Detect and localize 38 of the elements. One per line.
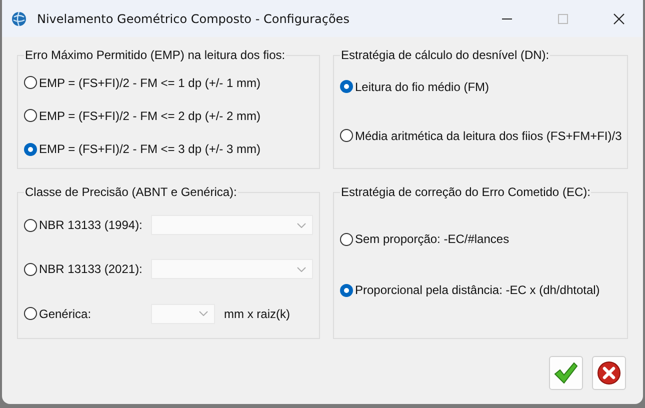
ok-button[interactable] — [549, 356, 583, 390]
globe-icon — [11, 10, 27, 26]
window-title: Nivelamento Geométrico Composto - Configurações — [37, 12, 350, 26]
option-label[interactable]: Proporcional pela distância: -EC x (dh/dhtotal) — [355, 283, 600, 297]
cancel-button[interactable] — [592, 356, 626, 390]
option-label[interactable]: NBR 13133 (1994): — [39, 218, 147, 232]
dropdown-field[interactable] — [151, 215, 313, 236]
option-label[interactable]: EMP = (FS+FI)/2 - FM <= 3 dp (+/- 3 mm) — [39, 142, 260, 156]
radio-button[interactable] — [24, 142, 37, 156]
option-label[interactable]: Sem proporção: -EC/#lances — [355, 232, 510, 246]
group-label: Estratégia de correção do Erro Cometido (EC): — [340, 185, 592, 199]
option-label[interactable]: Genérica: — [39, 306, 147, 321]
chevron-icon — [297, 222, 306, 228]
option-label[interactable]: EMP = (FS+FI)/2 - FM <= 2 dp (+/- 2 mm) — [39, 108, 260, 123]
radio-button[interactable] — [340, 232, 353, 246]
radio-button[interactable] — [24, 307, 37, 320]
option-label[interactable]: Leitura do fio médio (FM) — [355, 80, 490, 94]
unit-label: mm x raiz(k) — [224, 306, 290, 321]
checkmark-icon — [554, 362, 578, 384]
option-label[interactable]: NBR 13133 (2021): — [39, 262, 147, 276]
dropdown-field[interactable] — [151, 259, 313, 280]
option-label[interactable]: EMP = (FS+FI)/2 - FM <= 1 dp (+/- 1 mm) — [39, 76, 260, 90]
radio-button[interactable] — [340, 80, 353, 93]
group-label: Erro Máximo Permitido (EMP) na leitura dos fios: — [24, 48, 286, 62]
group-label: Estratégia de cálculo do desnível (DN): — [340, 48, 550, 62]
radio-button[interactable] — [24, 218, 37, 232]
chevron-icon — [199, 311, 208, 316]
radio-button[interactable] — [340, 129, 353, 142]
radio-button[interactable] — [24, 76, 37, 90]
option-label[interactable]: Média aritmética da leitura dos fiios (FS+FM+FI)/3 — [355, 128, 622, 142]
radio-button[interactable] — [24, 109, 37, 122]
close-icon[interactable] — [613, 12, 625, 24]
radio-button[interactable] — [340, 284, 353, 296]
group-label: Classe de Precisão (ABNT e Genérica): — [24, 185, 238, 199]
dropdown-field[interactable] — [151, 304, 215, 324]
cancel-icon — [597, 361, 621, 385]
chevron-icon — [297, 266, 306, 272]
radio-button[interactable] — [24, 262, 37, 276]
